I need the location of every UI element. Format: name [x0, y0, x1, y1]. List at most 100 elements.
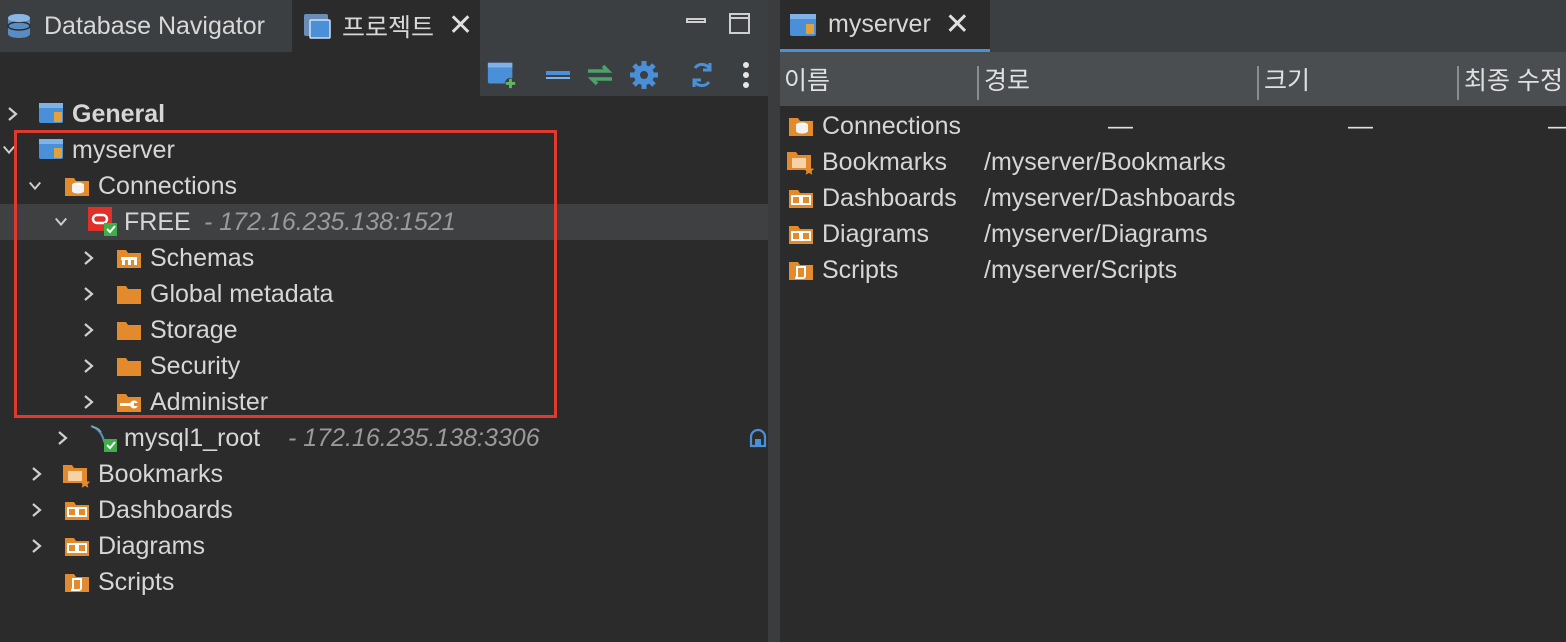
oracle-connection-icon	[88, 207, 117, 236]
chevron-right-icon[interactable]	[30, 539, 44, 553]
link-editor-icon[interactable]	[584, 60, 616, 90]
tree-label: myserver	[72, 135, 175, 164]
connections-folder-icon	[65, 178, 89, 196]
column-header-name[interactable]: 이름	[784, 52, 830, 106]
chevron-down-icon[interactable]	[54, 215, 68, 229]
dashboards-folder-icon	[789, 190, 813, 208]
folder-icon	[117, 322, 141, 340]
close-icon[interactable]: ✕	[945, 9, 970, 40]
column-separator[interactable]	[1457, 66, 1459, 100]
project-icon	[790, 13, 816, 36]
row-path: /myserver/Bookmarks	[984, 147, 1226, 176]
tab-myserver[interactable]: myserver ✕	[780, 0, 990, 52]
close-icon[interactable]: ✕	[448, 11, 473, 41]
tree-item-schemas[interactable]: Schemas	[0, 240, 768, 276]
tree-item-bookmarks[interactable]: Bookmarks	[0, 456, 768, 492]
tab-database-navigator[interactable]: Database Navigator	[0, 0, 294, 52]
tree-label: FREE	[124, 207, 191, 236]
tree-item-scripts[interactable]: Scripts	[0, 564, 768, 600]
connection-address: - 172.16.235.138:3306	[288, 423, 540, 452]
row-name: Connections	[822, 111, 961, 140]
scripts-folder-icon	[789, 262, 813, 280]
tree-item-diagrams[interactable]: Diagrams	[0, 528, 768, 564]
diagrams-folder-icon	[789, 226, 813, 244]
project-icon	[39, 139, 63, 159]
chevron-right-icon[interactable]	[82, 251, 96, 265]
folder-icon	[117, 286, 141, 304]
tree-item-administer[interactable]: Administer	[0, 384, 768, 420]
tree-item-storage[interactable]: Storage	[0, 312, 768, 348]
collapse-all-icon[interactable]	[542, 60, 574, 90]
column-header-modified[interactable]: 최종 수정	[1464, 52, 1563, 106]
tree-item-mysql1-root[interactable]: mysql1_root - 172.16.235.138:3306	[0, 420, 768, 456]
tree-label: mysql1_root	[124, 423, 261, 452]
new-connection-icon[interactable]	[486, 60, 518, 90]
tree-label: Storage	[150, 315, 238, 344]
tab-project[interactable]: 프로젝트 ✕	[292, 0, 480, 52]
table-row[interactable]: Bookmarks /myserver/Bookmarks	[780, 144, 1566, 180]
row-path: /myserver/Diagrams	[984, 219, 1208, 248]
tree-label: Scripts	[98, 567, 175, 596]
panel-splitter[interactable]	[768, 0, 780, 642]
chevron-right-icon[interactable]	[82, 287, 96, 301]
tree-item-connections[interactable]: Connections	[0, 168, 768, 204]
chevron-right-icon[interactable]	[30, 467, 44, 481]
schemas-folder-icon	[117, 250, 141, 268]
tree-label: Security	[150, 351, 241, 380]
chevron-right-icon[interactable]	[82, 395, 96, 409]
table-row[interactable]: Dashboards /myserver/Dashboards	[780, 180, 1566, 216]
toolbar-strip	[480, 52, 768, 96]
tree-label: Diagrams	[98, 531, 205, 560]
table-row[interactable]: Connections — — —	[780, 108, 1566, 144]
dashboards-folder-icon	[65, 502, 89, 520]
tree-item-free-connection[interactable]: FREE - 172.16.235.138:1521	[0, 204, 768, 240]
navigator-toolbar	[0, 52, 768, 96]
row-name: Bookmarks	[822, 147, 948, 176]
left-tab-bar: Database Navigator 프로젝트 ✕	[0, 0, 768, 52]
chevron-right-icon[interactable]	[6, 107, 20, 121]
table-header: 이름 경로 크기 최종 수정	[780, 52, 1566, 106]
project-icon	[39, 103, 63, 123]
gear-icon[interactable]	[628, 60, 660, 90]
tree-label: Global metadata	[150, 279, 334, 308]
row-extra: —	[1548, 108, 1566, 144]
maximize-icon[interactable]	[728, 12, 752, 41]
row-path: /myserver/Dashboards	[984, 183, 1236, 212]
tree-item-general[interactable]: General	[0, 96, 768, 132]
wrench-folder-icon	[117, 394, 141, 412]
connection-address: - 172.16.235.138:1521	[204, 207, 456, 236]
refresh-icon[interactable]	[686, 60, 718, 90]
tree-item-myserver[interactable]: myserver	[0, 132, 768, 168]
database-icon	[7, 14, 31, 38]
column-header-path[interactable]: 경로	[984, 52, 1030, 106]
mysql-connection-icon	[90, 425, 117, 452]
project-icon	[304, 14, 331, 39]
chevron-right-icon[interactable]	[82, 323, 96, 337]
right-tab-bar: myserver ✕	[780, 0, 1566, 52]
project-panel: Database Navigator 프로젝트 ✕ General myserv…	[0, 0, 768, 642]
diagrams-folder-icon	[65, 538, 89, 556]
table-row[interactable]: Diagrams /myserver/Diagrams	[780, 216, 1566, 252]
tree-label: Administer	[150, 387, 269, 416]
minimize-icon[interactable]	[684, 10, 708, 40]
tab-label: myserver	[828, 10, 931, 38]
chevron-down-icon[interactable]	[2, 143, 16, 157]
sync-status-icon	[749, 428, 767, 448]
chevron-right-icon[interactable]	[30, 503, 44, 517]
folder-icon	[117, 358, 141, 376]
tab-label: 프로젝트	[342, 14, 435, 42]
project-editor-panel: myserver ✕ 이름 경로 크기 최종 수정 Connections — …	[780, 0, 1566, 642]
tree-item-dashboards[interactable]: Dashboards	[0, 492, 768, 528]
chevron-down-icon[interactable]	[28, 179, 42, 193]
row-name: Diagrams	[822, 219, 929, 248]
tree-item-global-metadata[interactable]: Global metadata	[0, 276, 768, 312]
column-separator[interactable]	[1257, 66, 1259, 100]
chevron-right-icon[interactable]	[82, 359, 96, 373]
chevron-right-icon[interactable]	[56, 431, 70, 445]
table-row[interactable]: Scripts /myserver/Scripts	[780, 252, 1566, 288]
tree-item-security[interactable]: Security	[0, 348, 768, 384]
more-options-icon[interactable]	[730, 60, 762, 90]
column-header-size[interactable]: 크기	[1264, 52, 1310, 106]
row-size: —	[1108, 111, 1133, 140]
column-separator[interactable]	[977, 66, 979, 100]
